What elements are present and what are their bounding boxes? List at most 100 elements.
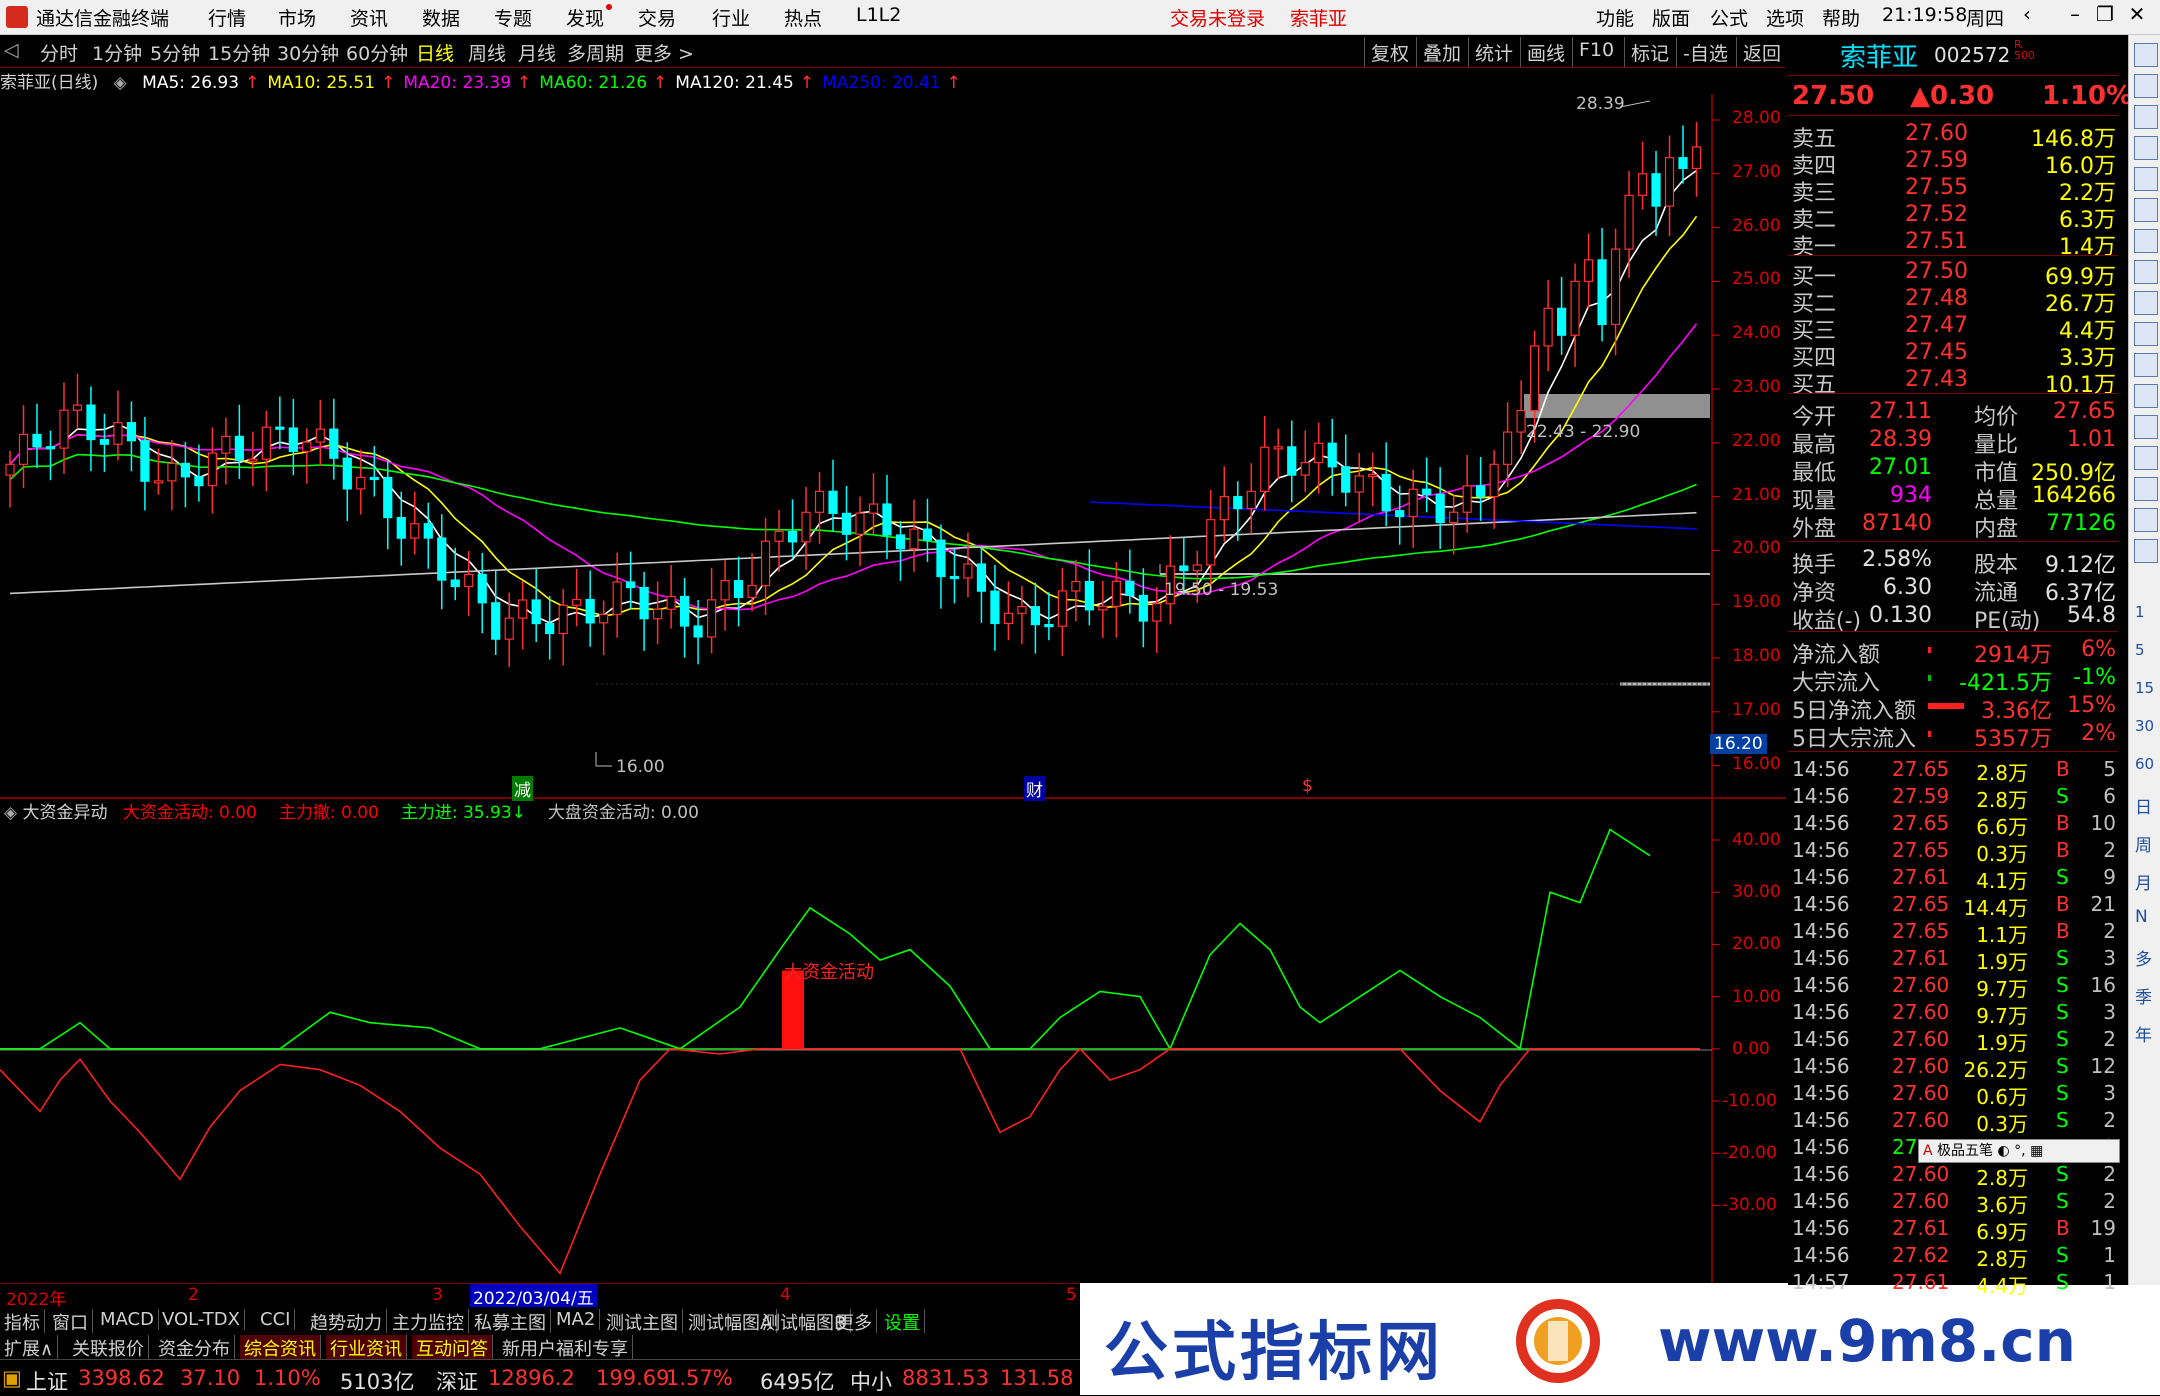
circle-icon[interactable] <box>2134 384 2158 408</box>
menu-jiaoyi[interactable]: 交易 <box>638 4 676 31</box>
menu-hangye[interactable]: 行业 <box>712 4 750 31</box>
sidebar-period-label[interactable]: N <box>2135 907 2148 927</box>
period-multi[interactable]: 多周期 <box>567 39 624 66</box>
ext-tab-6[interactable]: 新用户福利专享 <box>498 1335 633 1361</box>
event-marker-dollar[interactable]: $ <box>1302 776 1313 796</box>
chart-settings-icon[interactable]: ◈ <box>114 73 127 93</box>
menu-shuju[interactable]: 数据 <box>422 4 460 31</box>
fs-icon[interactable] <box>2134 508 2158 532</box>
line-chart-icon[interactable] <box>2134 167 2158 191</box>
tab-13[interactable]: 设置 <box>880 1309 925 1335</box>
tool-diejia[interactable]: 叠加 <box>1416 37 1467 67</box>
l2-icon[interactable] <box>2134 322 2158 346</box>
price-tick-label: 18.00 <box>1732 646 1781 666</box>
candle-body <box>45 446 56 450</box>
event-marker-cai[interactable]: 财 <box>1024 776 1045 801</box>
period-15min[interactable]: 15分钟 <box>208 39 270 66</box>
sidebar-period-label[interactable]: 日 <box>2135 793 2152 818</box>
table-icon[interactable] <box>2134 291 2158 315</box>
tab-6[interactable]: 主力监控 <box>388 1309 469 1335</box>
menu-shichang[interactable]: 市场 <box>278 4 316 31</box>
indicator-settings-icon[interactable]: ◈ <box>4 803 17 823</box>
period-monthly[interactable]: 月线 <box>518 39 556 66</box>
sidebar-period-num[interactable]: 30 <box>2135 717 2154 735</box>
tool-biaoji[interactable]: 标记 <box>1624 37 1675 67</box>
period-fenshi[interactable]: 分时 <box>40 39 78 66</box>
sidebar-period-label[interactable]: 月 <box>2135 869 2152 894</box>
tab-12[interactable]: 更多 <box>832 1309 877 1335</box>
menu-zixun[interactable]: 资讯 <box>350 4 388 31</box>
tab-8[interactable]: MA2 <box>552 1309 601 1330</box>
tool-tongji[interactable]: 统计 <box>1468 37 1519 67</box>
period-daily[interactable]: 日线 <box>416 39 454 66</box>
tab-2[interactable]: MACD <box>96 1309 159 1330</box>
ext-tab-3[interactable]: 综合资讯 <box>240 1335 321 1361</box>
list-icon[interactable] <box>2134 136 2158 160</box>
menu-hangqing[interactable]: 行情 <box>208 4 246 31</box>
tool-f10[interactable]: F10 <box>1572 37 1620 67</box>
sz-label[interactable]: 深证 <box>436 1366 478 1396</box>
ext-tab-2[interactable]: 资金分布 <box>154 1335 235 1361</box>
ext-tab-0[interactable]: 扩展∧ <box>0 1335 59 1361</box>
menu-gongshi[interactable]: 公式 <box>1710 4 1748 31</box>
chart-icon[interactable] <box>2134 105 2158 129</box>
kline-icon[interactable] <box>2134 539 2158 563</box>
chart-nav-left-icon[interactable]: ◁ <box>4 39 19 61</box>
sidebar-period-num[interactable]: 5 <box>2135 641 2145 659</box>
tool-fuquan[interactable]: 复权 <box>1364 37 1415 67</box>
rsi-icon[interactable] <box>2134 415 2158 439</box>
sidebar-period-label[interactable]: 多 <box>2135 945 2152 970</box>
zx-label[interactable]: 中小 <box>850 1366 892 1396</box>
grid-icon[interactable] <box>2134 229 2158 253</box>
tab-5[interactable]: 趋势动力 <box>306 1309 387 1335</box>
period-1min[interactable]: 1分钟 <box>92 39 142 66</box>
sh-label[interactable]: 上证 <box>26 1366 68 1396</box>
tab-4[interactable]: CCI <box>256 1309 296 1330</box>
sidebar-period-label[interactable]: 周 <box>2135 831 2152 856</box>
menu-xuanxiang[interactable]: 选项 <box>1766 4 1804 31</box>
sidebar-period-num[interactable]: 15 <box>2135 679 2154 697</box>
tab-7[interactable]: 私募主图 <box>470 1309 551 1335</box>
menu-zhuanti[interactable]: 专题 <box>494 4 532 31</box>
fz-icon[interactable] <box>2134 353 2158 377</box>
sidebar-period-label[interactable]: 年 <box>2135 1021 2152 1046</box>
close-icon[interactable]: ✕ <box>2122 2 2152 26</box>
period-more[interactable]: 更多 > <box>634 39 694 66</box>
period-5min[interactable]: 5分钟 <box>150 39 200 66</box>
sidebar-period-label[interactable]: 季 <box>2135 983 2152 1008</box>
tab-3[interactable]: VOL-TDX <box>158 1309 245 1330</box>
ext-tab-1[interactable]: 关联报价 <box>68 1335 149 1361</box>
bar-chart-icon[interactable] <box>2134 198 2158 222</box>
tab-1[interactable]: 窗口 <box>48 1309 93 1335</box>
menu-gongneng[interactable]: 功能 <box>1596 4 1634 31</box>
candle-body <box>1395 510 1405 518</box>
menu-l1l2[interactable]: L1L2 <box>856 4 901 26</box>
menu-bangzhu[interactable]: 帮助 <box>1822 4 1860 31</box>
tab-0[interactable]: 指标 <box>0 1309 45 1335</box>
ime-toolbar[interactable]: A 极品五笔 ◐ °, ▦ <box>1918 1139 2120 1163</box>
back-icon[interactable]: ‹ <box>2012 2 2042 26</box>
tool-huaxian[interactable]: 画线 <box>1520 37 1571 67</box>
ext-tab-5[interactable]: 互动问答 <box>412 1335 493 1361</box>
pen-icon[interactable] <box>2134 477 2158 501</box>
sidebar-period-num[interactable]: 60 <box>2135 755 2154 773</box>
tool-zixuan[interactable]: -自选 <box>1676 37 1734 67</box>
menu-banmian[interactable]: 版面 <box>1652 4 1690 31</box>
period-60min[interactable]: 60分钟 <box>346 39 408 66</box>
login-status[interactable]: 交易未登录 <box>1170 4 1265 31</box>
up-icon[interactable] <box>2134 43 2158 67</box>
ext-tab-4[interactable]: 行业资讯 <box>326 1335 407 1361</box>
period-weekly[interactable]: 周线 <box>468 39 506 66</box>
restore-icon[interactable]: ❐ <box>2090 2 2120 26</box>
f10-icon[interactable] <box>2134 260 2158 284</box>
move-icon[interactable] <box>2134 446 2158 470</box>
refresh-icon[interactable] <box>2134 74 2158 98</box>
tool-fanhui[interactable]: 返回 <box>1736 37 1787 67</box>
minimize-icon[interactable]: – <box>2060 2 2090 26</box>
menu-faxian[interactable]: 发现 <box>566 4 613 31</box>
sidebar-period-num[interactable]: 1 <box>2135 603 2145 621</box>
tab-9[interactable]: 测试主图 <box>602 1309 683 1335</box>
period-30min[interactable]: 30分钟 <box>277 39 339 66</box>
kline-chart[interactable] <box>0 94 1786 1283</box>
menu-redian[interactable]: 热点 <box>784 4 822 31</box>
